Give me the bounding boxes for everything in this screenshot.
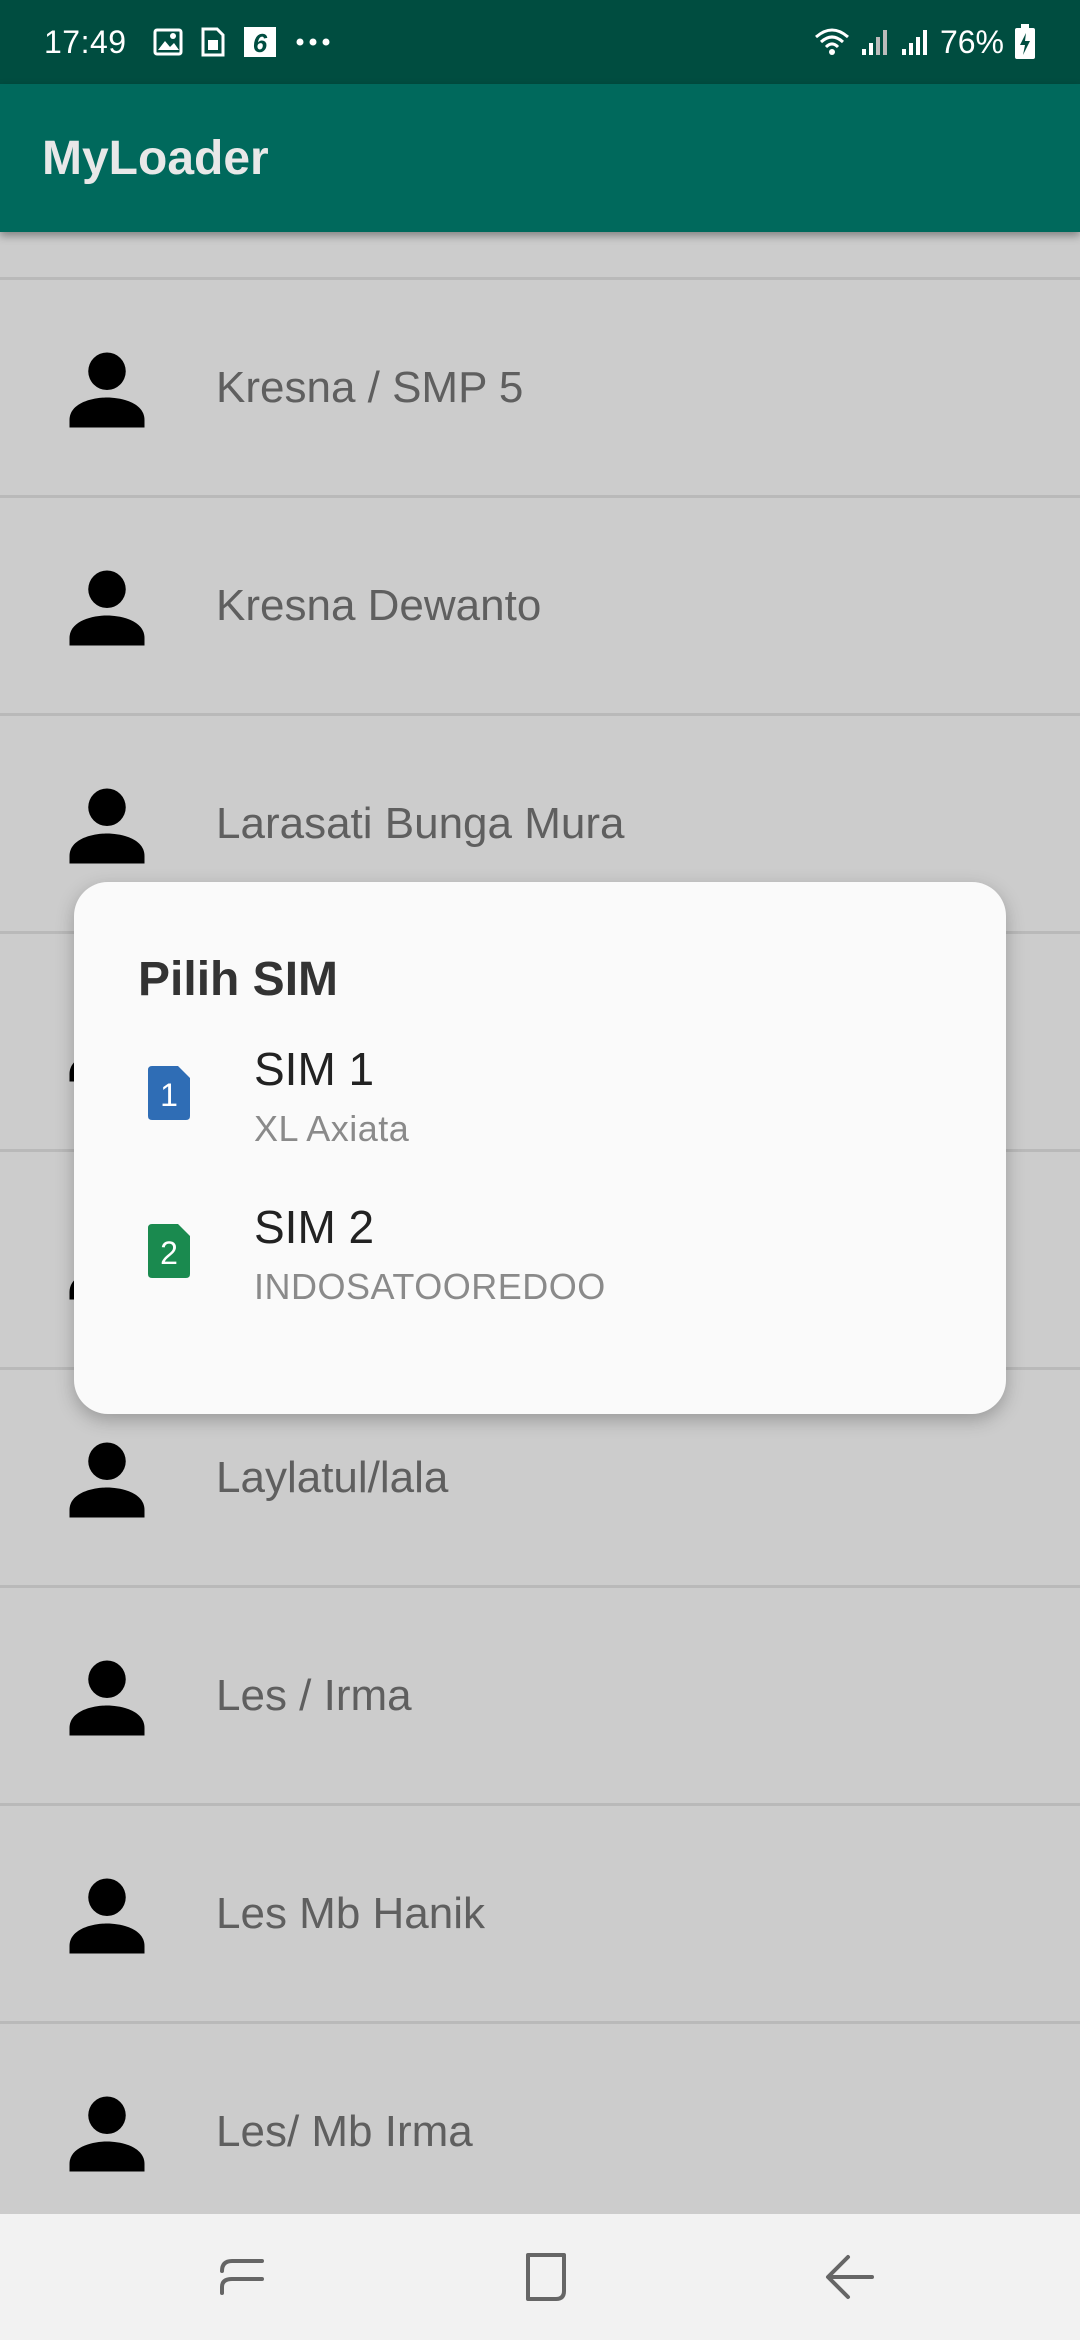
svg-text:6: 6 [252,28,267,58]
status-bar: 17:49 6 76% [0,0,1080,84]
notification-icons: 6 [153,26,331,58]
app-6-icon: 6 [243,26,277,58]
sim-picker-dialog: Pilih SIM 1 SIM 1 XL Axiata 2 SIM 2 INDO… [74,882,1006,1414]
sim-option-2[interactable]: 2 SIM 2 INDOSATOOREDOO [74,1188,1006,1338]
sim-carrier: INDOSATOOREDOO [254,1266,606,1307]
sim-label: SIM 2 [254,1201,375,1253]
svg-text:1: 1 [160,1077,178,1113]
signal-1-icon [860,27,890,57]
navigation-bar [0,2214,1080,2340]
sim-1-icon: 1 [148,1066,190,1120]
wifi-icon [814,27,850,57]
battery-percent: 76% [939,23,1004,60]
more-dots-icon [295,37,331,47]
app-title: MyLoader [42,131,269,185]
app-bar: MyLoader [0,84,1080,232]
sim-card-icon [201,27,225,57]
signal-2-icon [900,27,930,57]
sim-label: SIM 1 [254,1043,375,1095]
back-icon[interactable] [822,2249,878,2305]
sim-option-1[interactable]: 1 SIM 1 XL Axiata [74,1030,1006,1180]
image-icon [153,28,183,56]
system-icons: 76% [814,24,1036,61]
svg-text:2: 2 [160,1235,178,1271]
sim-carrier: XL Axiata [254,1108,410,1149]
home-icon[interactable] [518,2249,574,2305]
sim-2-icon: 2 [148,1224,190,1278]
recents-icon[interactable] [214,2249,270,2305]
status-time: 17:49 [44,23,127,60]
dialog-title: Pilih SIM [138,953,339,1006]
battery-charging-icon [1014,24,1036,60]
